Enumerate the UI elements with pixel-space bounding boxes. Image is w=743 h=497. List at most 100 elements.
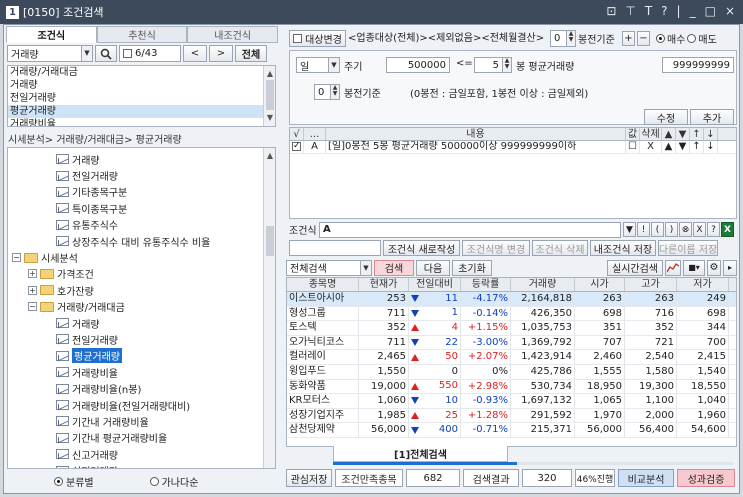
value-checkbox-icon[interactable]: ☐ bbox=[626, 141, 640, 153]
scroll-up-icon[interactable]: ▲ bbox=[264, 66, 275, 80]
buy-radio[interactable] bbox=[656, 33, 665, 43]
table-row[interactable]: 토스텍 352 4 +1.15% 1,035,753 351 352 344 bbox=[287, 321, 736, 336]
tree-item[interactable]: 전일거래량 bbox=[12, 167, 262, 183]
search-result-item[interactable]: 거래량비율 bbox=[8, 118, 264, 126]
table-row[interactable]: 오가닉티코스 711 22 -3.00% 1,369,792 707 721 700 bbox=[287, 335, 736, 351]
table-row[interactable]: 컬러레이 2,465 50 +2.07% 1,423,914 2,460 2,540 2,41… bbox=[287, 350, 736, 365]
tree-item[interactable]: 거래량비율 bbox=[12, 364, 262, 380]
tree-item[interactable]: 상장주식수 대비 유통주식수 비율 bbox=[12, 233, 262, 249]
prev-result-button[interactable]: < bbox=[183, 45, 207, 62]
condition-row[interactable]: A[일]0봉전 5봉 평균거래량 500000이상 999999999이하☐X▲… bbox=[290, 141, 736, 154]
base-bong-stepper[interactable]: 0 ▲ ▼ bbox=[314, 84, 340, 100]
tree-item[interactable]: 거래량비율(n봉) bbox=[12, 380, 262, 396]
collapse-icon[interactable]: − bbox=[12, 253, 21, 263]
expand-button[interactable]: ▸ bbox=[723, 259, 737, 276]
help-icon[interactable]: ? bbox=[707, 222, 720, 237]
move-down-icon[interactable]: ▼ bbox=[676, 141, 690, 153]
window-control-7[interactable]: × bbox=[725, 4, 735, 18]
table-row[interactable]: KR모터스 1,060 10 -0.93% 1,697,132 1,065 1,100 1,0… bbox=[287, 394, 736, 409]
search-result-item[interactable]: 거래량 bbox=[8, 79, 264, 92]
table-row[interactable]: 형성그룹 711 1 -0.14% 426,350 698 716 698 bbox=[287, 306, 736, 322]
close-paren-icon[interactable]: ) bbox=[665, 222, 678, 237]
window-control-0[interactable]: ⊡ bbox=[606, 4, 616, 18]
show-all-button[interactable]: 전체 bbox=[235, 45, 267, 62]
stepper-arrows-icon[interactable]: ▲ ▼ bbox=[502, 58, 511, 72]
stepper-arrows-icon[interactable]: ▲ ▼ bbox=[330, 85, 339, 99]
window-control-4[interactable]: | bbox=[677, 4, 681, 18]
scroll-thumb[interactable] bbox=[266, 226, 274, 256]
window-control-6[interactable]: □ bbox=[705, 4, 716, 18]
formula-dropdown-icon[interactable]: ▼ bbox=[623, 222, 636, 237]
tree-item[interactable]: 기타종목구분 bbox=[12, 184, 262, 200]
scroll-down-icon[interactable]: ▼ bbox=[264, 110, 275, 124]
tree-folder[interactable]: − 시세분석 bbox=[12, 249, 262, 265]
target-change-button[interactable]: 대상변경 bbox=[289, 29, 346, 47]
next-page-button[interactable]: 다음 bbox=[416, 259, 450, 276]
column-header[interactable]: 고가 bbox=[625, 278, 677, 291]
expand-icon[interactable]: + bbox=[28, 269, 37, 279]
tab-1[interactable]: 추천식 bbox=[96, 26, 188, 43]
formula-input[interactable]: A bbox=[319, 221, 621, 238]
move-bottom-icon[interactable]: ↓ bbox=[704, 141, 718, 153]
window-control-5[interactable]: _ bbox=[690, 4, 696, 18]
table-row[interactable]: 윙입푸드 1,550 0 0% 425,786 1,555 1,580 1,540 bbox=[287, 364, 736, 380]
plus-button[interactable]: + bbox=[622, 30, 635, 46]
move-up-icon[interactable]: ▲ bbox=[662, 141, 676, 153]
table-row[interactable]: 동화약품 19,000 550 +2.98% 530,734 18,950 19,300 18… bbox=[287, 379, 736, 395]
column-header[interactable]: 저가 bbox=[677, 278, 729, 291]
volume-max-input[interactable]: 999999999 bbox=[662, 57, 734, 73]
window-control-3[interactable]: ? bbox=[661, 4, 667, 18]
window-control-2[interactable]: T bbox=[645, 4, 652, 18]
delete-formula-button[interactable]: 조건식 삭제 bbox=[532, 240, 588, 256]
add-condition-button[interactable]: 추가 bbox=[690, 109, 734, 125]
formula-name-input[interactable] bbox=[289, 240, 381, 256]
tree-folder[interactable]: + 가격조건 bbox=[12, 266, 262, 282]
tree-item[interactable]: 신저거래량 bbox=[12, 462, 262, 468]
search-list-scrollbar[interactable]: ▲ ▼ bbox=[263, 66, 275, 126]
clear-icon[interactable]: X bbox=[693, 222, 706, 237]
tree-item[interactable]: 전일거래량 bbox=[12, 331, 262, 347]
window-control-1[interactable]: ⊤ bbox=[625, 4, 635, 18]
table-row[interactable]: 삼천당제약 56,000 400 -0.71% 215,371 56,000 56,400 5… bbox=[287, 423, 736, 438]
tab-2[interactable]: 내조건식 bbox=[187, 26, 279, 43]
column-header[interactable]: 전일대비 bbox=[409, 278, 461, 291]
column-header[interactable]: 종목명 bbox=[287, 278, 359, 291]
volume-min-input[interactable]: 500000 bbox=[386, 57, 450, 73]
delete-icon[interactable]: X bbox=[640, 141, 662, 153]
scroll-thumb[interactable] bbox=[266, 80, 274, 110]
settings-button[interactable]: ⚙ bbox=[707, 259, 721, 276]
next-result-button[interactable]: > bbox=[209, 45, 233, 62]
reset-button[interactable]: 초기화 bbox=[452, 259, 492, 276]
new-formula-button[interactable]: 조건식 새로작성 bbox=[383, 240, 460, 256]
results-tab[interactable]: [1]전체검색 bbox=[333, 446, 508, 462]
collapse-icon[interactable]: − bbox=[28, 302, 37, 312]
sort-alpha-radio[interactable] bbox=[149, 476, 159, 486]
tree-scrollbar[interactable]: ▲ bbox=[263, 148, 275, 468]
period-select[interactable]: 일 ▼ bbox=[296, 57, 340, 73]
expand-icon[interactable]: + bbox=[28, 285, 37, 295]
page-indicator-checkbox[interactable] bbox=[123, 49, 132, 58]
tree-folder[interactable]: + 호가잔량 bbox=[12, 282, 262, 298]
save-as-button[interactable]: 다른이름 저장 bbox=[658, 240, 718, 256]
minus-button[interactable]: − bbox=[637, 30, 650, 46]
search-result-item[interactable]: 전일거래량 bbox=[8, 92, 264, 105]
table-row[interactable]: 이스트아시아 253 11 -4.17% 2,164,818 263 263 249 bbox=[287, 292, 736, 307]
tree-item[interactable]: 특이종목구분 bbox=[12, 200, 262, 216]
search-result-item[interactable]: 거래량/거래대금 bbox=[8, 66, 264, 79]
open-paren-icon[interactable]: ( bbox=[651, 222, 664, 237]
not-operator-icon[interactable]: ! bbox=[637, 222, 650, 237]
save-watchlist-button[interactable]: 관심저장 bbox=[286, 469, 332, 487]
column-header[interactable]: 거래량 bbox=[511, 278, 575, 291]
save-formula-button[interactable]: 내조건식 저장 bbox=[590, 240, 656, 256]
column-header[interactable]: 현재가 bbox=[359, 278, 409, 291]
tree-item[interactable]: 거래량 bbox=[12, 315, 262, 331]
tree-item[interactable]: 거래량 bbox=[12, 151, 262, 167]
tree-item[interactable]: 기간내 평균거래량비율 bbox=[12, 430, 262, 446]
sort-by-category-radio[interactable] bbox=[54, 476, 63, 486]
scroll-up-icon[interactable]: ▲ bbox=[264, 148, 275, 162]
chart-button[interactable] bbox=[665, 259, 681, 276]
run-search-button[interactable]: 검색 bbox=[374, 259, 414, 276]
tree-item[interactable]: 신고거래량 bbox=[12, 446, 262, 462]
edit-condition-button[interactable]: 수정 bbox=[644, 109, 688, 125]
move-top-icon[interactable]: ↑ bbox=[690, 141, 704, 153]
